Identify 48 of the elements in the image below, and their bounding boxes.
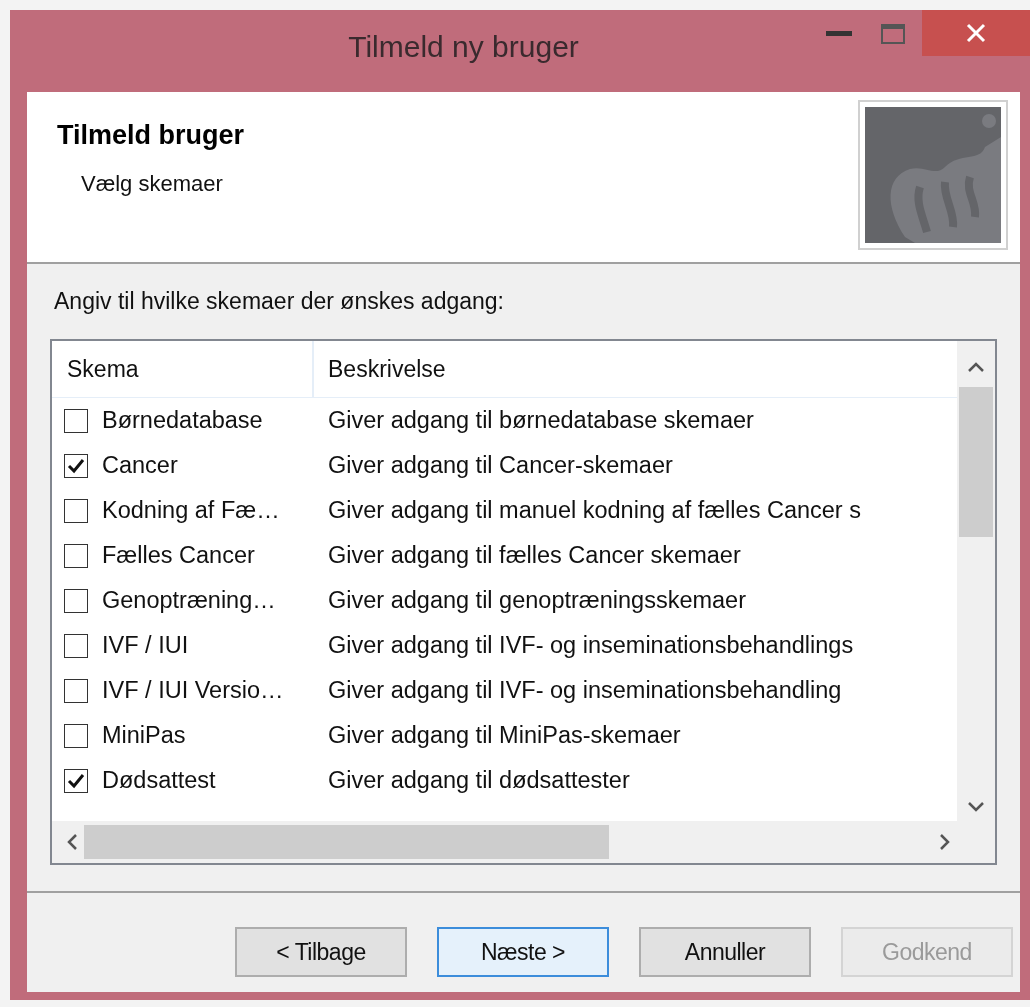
- checkbox[interactable]: [64, 543, 88, 568]
- scroll-thumb[interactable]: [959, 387, 993, 537]
- scroll-down-icon: [967, 801, 985, 813]
- minimize-icon: [826, 31, 852, 37]
- dialog-button[interactable]: Annuller: [639, 927, 811, 977]
- window-title: Tilmeld ny bruger: [347, 29, 580, 64]
- instruction-text: Angiv til hvilke skemaer der ønskes adgang:: [54, 288, 505, 315]
- checkbox[interactable]: [64, 408, 88, 433]
- schema-description: Giver adgang til IVF- og inseminationsbehandlings: [327, 632, 855, 659]
- schema-name: Kodning af Fæ…: [102, 497, 280, 524]
- schema-description: Giver adgang til Cancer-skemaer: [327, 452, 674, 479]
- scroll-up-icon: [967, 361, 985, 373]
- schema-name: Cancer: [102, 452, 178, 479]
- dialog-button[interactable]: Næste >: [437, 927, 609, 977]
- dialog-button[interactable]: < Tilbage: [235, 927, 407, 977]
- schema-name: Genoptræning…: [102, 587, 276, 614]
- close-icon: [965, 22, 987, 44]
- checkbox[interactable]: [64, 768, 88, 793]
- schema-name: Børnedatabase: [102, 407, 263, 434]
- schema-name: Dødsattest: [102, 767, 216, 794]
- scroll-thumb[interactable]: [84, 825, 609, 859]
- schema-name: IVF / IUI Versio…: [102, 677, 284, 704]
- vertical-scrollbar[interactable]: [957, 341, 995, 821]
- schema-description: Giver adgang til MiniPas-skemaer: [327, 722, 682, 749]
- column-header[interactable]: Beskrivelse: [314, 341, 957, 397]
- scroll-right-icon: [939, 833, 951, 851]
- maximize-icon: [881, 24, 905, 44]
- page-subtitle: Vælg skemaer: [81, 171, 224, 197]
- page-title: Tilmeld bruger: [57, 120, 245, 151]
- checkbox[interactable]: [64, 633, 88, 658]
- column-header[interactable]: Skema: [52, 341, 314, 397]
- schema-description: Giver adgang til manuel kodning af fælles Cancer s: [327, 497, 862, 524]
- horizontal-scrollbar[interactable]: [52, 821, 995, 863]
- schema-description: Giver adgang til genoptræningsskemaer: [327, 587, 747, 614]
- checkbox[interactable]: [64, 723, 88, 748]
- scroll-left-icon: [66, 833, 78, 851]
- checkbox[interactable]: [64, 678, 88, 703]
- schema-description: Giver adgang til børnedatabase skemaer: [327, 407, 755, 434]
- schema-name: IVF / IUI: [102, 632, 189, 659]
- schema-description: Giver adgang til dødsattester: [327, 767, 631, 794]
- checkbox[interactable]: [64, 498, 88, 523]
- schema-description: Giver adgang til fælles Cancer skemaer: [327, 542, 742, 569]
- schema-name: Fælles Cancer: [102, 542, 255, 569]
- schema-description: Giver adgang til IVF- og inseminationsbehandling: [327, 677, 843, 704]
- crown-logo-icon: [865, 107, 1001, 243]
- checkbox[interactable]: [64, 588, 88, 613]
- schema-name: MiniPas: [102, 722, 186, 749]
- checkbox[interactable]: [64, 453, 88, 478]
